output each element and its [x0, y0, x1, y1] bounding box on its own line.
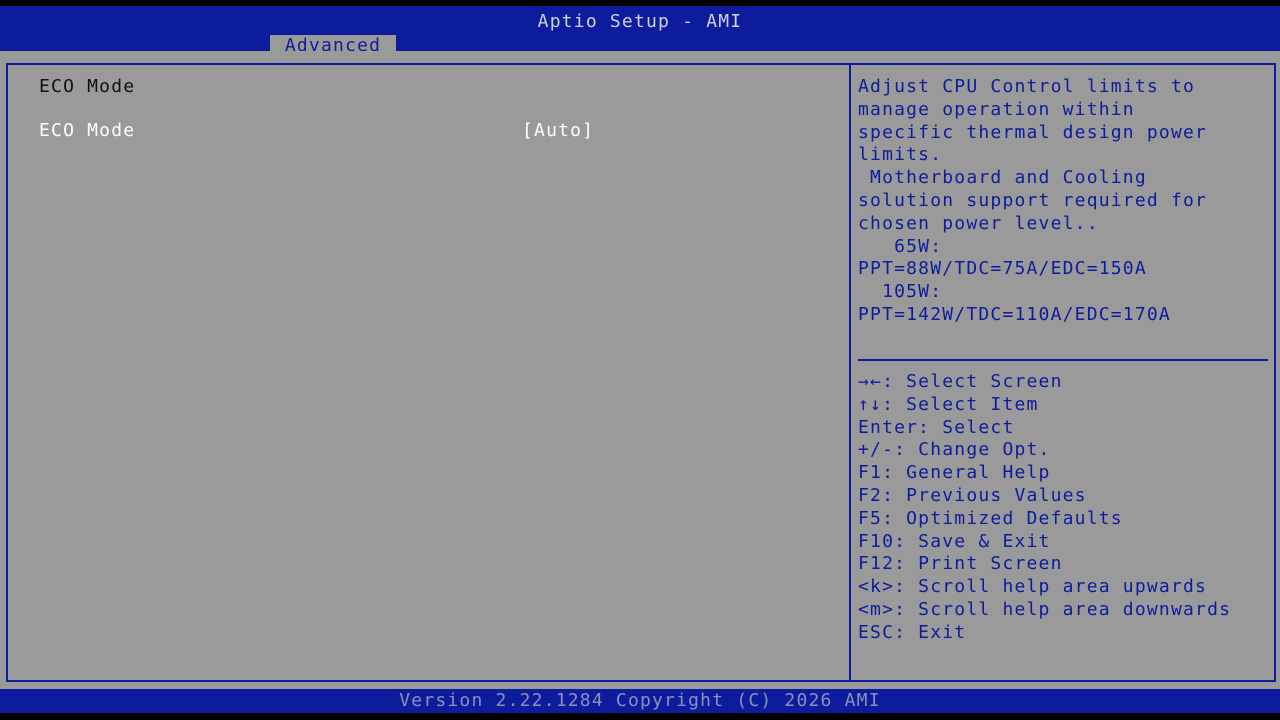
help-divider [858, 359, 1268, 361]
eco-mode-label: ECO Mode [39, 120, 136, 141]
key-hint-scroll-up: <k>: Scroll help area upwards [858, 576, 1208, 598]
key-hint-f10: F10: Save & Exit [858, 530, 1051, 552]
key-hint-change-opt: +/-: Change Opt. [858, 439, 1051, 461]
key-hint-f2: F2: Previous Values [858, 484, 1087, 506]
eco-mode-setting[interactable]: ECO Mode [Auto] [36, 120, 596, 142]
key-hint-enter: Enter: Select [858, 416, 1015, 438]
title-bar: Aptio Setup - AMI Advanced [0, 6, 1280, 57]
section-title: ECO Mode [39, 76, 136, 97]
version-text: Version 2.22.1284 Copyright (C) 2026 AMI [399, 690, 881, 711]
key-legend: →←: Select Screen ↑↓: Select Item Enter:… [858, 371, 1231, 645]
key-hint-esc: ESC: Exit [858, 621, 967, 643]
help-text: Adjust CPU Control limits to manage oper… [858, 76, 1208, 325]
main-area: ECO Mode ECO Mode [Auto] Adjust CPU Cont… [0, 51, 1280, 689]
key-hint-f1: F1: General Help [858, 462, 1051, 484]
app-title: Aptio Setup - AMI [537, 11, 743, 32]
eco-mode-value[interactable]: [Auto] [522, 120, 594, 142]
footer-bar: Version 2.22.1284 Copyright (C) 2026 AMI [0, 689, 1280, 713]
help-panel: Adjust CPU Control limits to manage oper… [849, 63, 1276, 682]
settings-panel: ECO Mode ECO Mode [Auto] [6, 63, 851, 682]
key-hint-scroll-down: <m>: Scroll help area downwards [858, 598, 1232, 620]
key-hint-select-screen: →←: Select Screen [858, 371, 1063, 392]
key-hint-f5: F5: Optimized Defaults [858, 507, 1123, 529]
key-hint-select-item: ↑↓: Select Item [858, 393, 1039, 415]
key-hint-f12: F12: Print Screen [858, 553, 1063, 575]
